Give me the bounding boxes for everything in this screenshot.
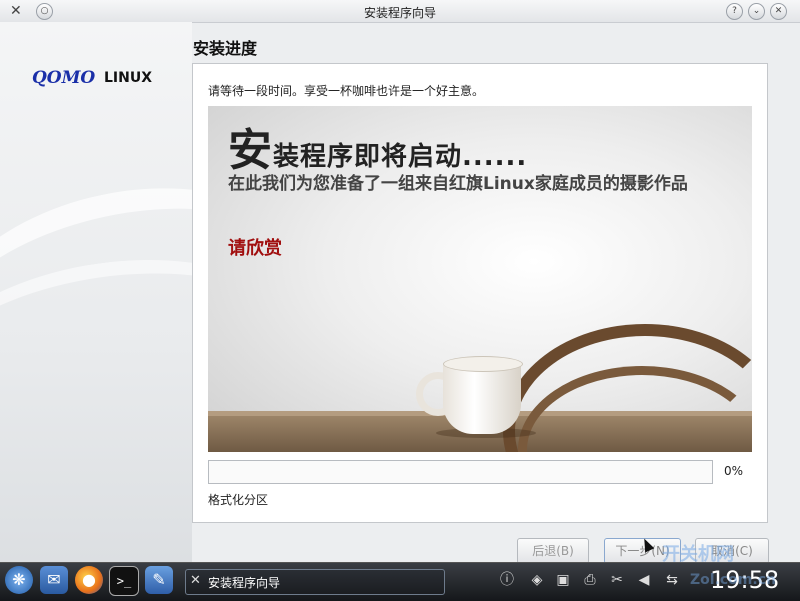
display-icon[interactable]: ▣ [553,570,573,590]
clipboard-icon[interactable]: ✂ [607,570,627,590]
back-button[interactable]: 后退(B) [517,538,589,564]
installer-icon: ✕ [190,573,201,588]
network-icon[interactable]: ◈ [527,570,547,590]
slide-enjoy-text: 请欣赏 [228,238,282,259]
usb-icon[interactable]: ⇆ [662,570,682,590]
progress-bar [208,460,713,484]
logo-qomo: QOMO [32,68,96,88]
firefox-icon[interactable]: ● [75,566,103,594]
coffee-cup [443,362,521,434]
volume-icon[interactable]: ◀ [634,570,654,590]
slide-headline-first-char: 安 [228,125,273,176]
task-label: 安装程序向导 [208,576,281,590]
printer-icon[interactable]: ⎙ [580,570,600,590]
main-panel: 请等待一段时间。享受一杯咖啡也许是一个好主意。 安装程序即将启动...... 在… [192,63,768,523]
logo-linux: LINUX [104,70,153,86]
slide-subtitle: 在此我们为您准备了一组来自红旗Linux家庭成员的摄影作品 [228,174,688,194]
progress-status: 格式化分区 [208,493,269,507]
window-title-bar: ✕ ○ 安装程序向导 ? ⌄ ✕ [0,0,800,23]
progress-percent: 0% [724,464,744,478]
watermark-url: Zol.com.cn [690,572,776,588]
slideshow-image: 安装程序即将启动...... 在此我们为您准备了一组来自红旗Linux家庭成员的… [208,106,752,452]
window-title: 安装程序向导 [363,6,436,20]
cup-rim [443,356,523,372]
minimize-button[interactable]: ⌄ [748,3,765,20]
wait-message: 请等待一段时间。享受一杯咖啡也许是一个好主意。 [208,84,485,98]
slide-headline-rest: 装程序即将启动...... [273,142,528,172]
sidebar-background: QOMO LINUX [0,22,192,562]
info-icon[interactable]: ⓘ [497,570,517,590]
start-menu-icon[interactable]: ❋ [5,566,33,594]
slide-headline: 安装程序即将启动...... [228,114,527,178]
close-button[interactable]: ✕ [770,3,787,20]
editor-icon[interactable]: ✎ [145,566,173,594]
taskbar-task-installer[interactable]: ✕ 安装程序向导 [185,569,445,595]
help-button[interactable]: ? [726,3,743,20]
mail-icon[interactable]: ✉ [40,566,68,594]
watermark-text: 开关机网 [662,544,734,565]
terminal-icon[interactable]: >_ [109,566,139,596]
decor-wave [0,230,192,562]
page-title: 安装进度 [193,39,258,58]
